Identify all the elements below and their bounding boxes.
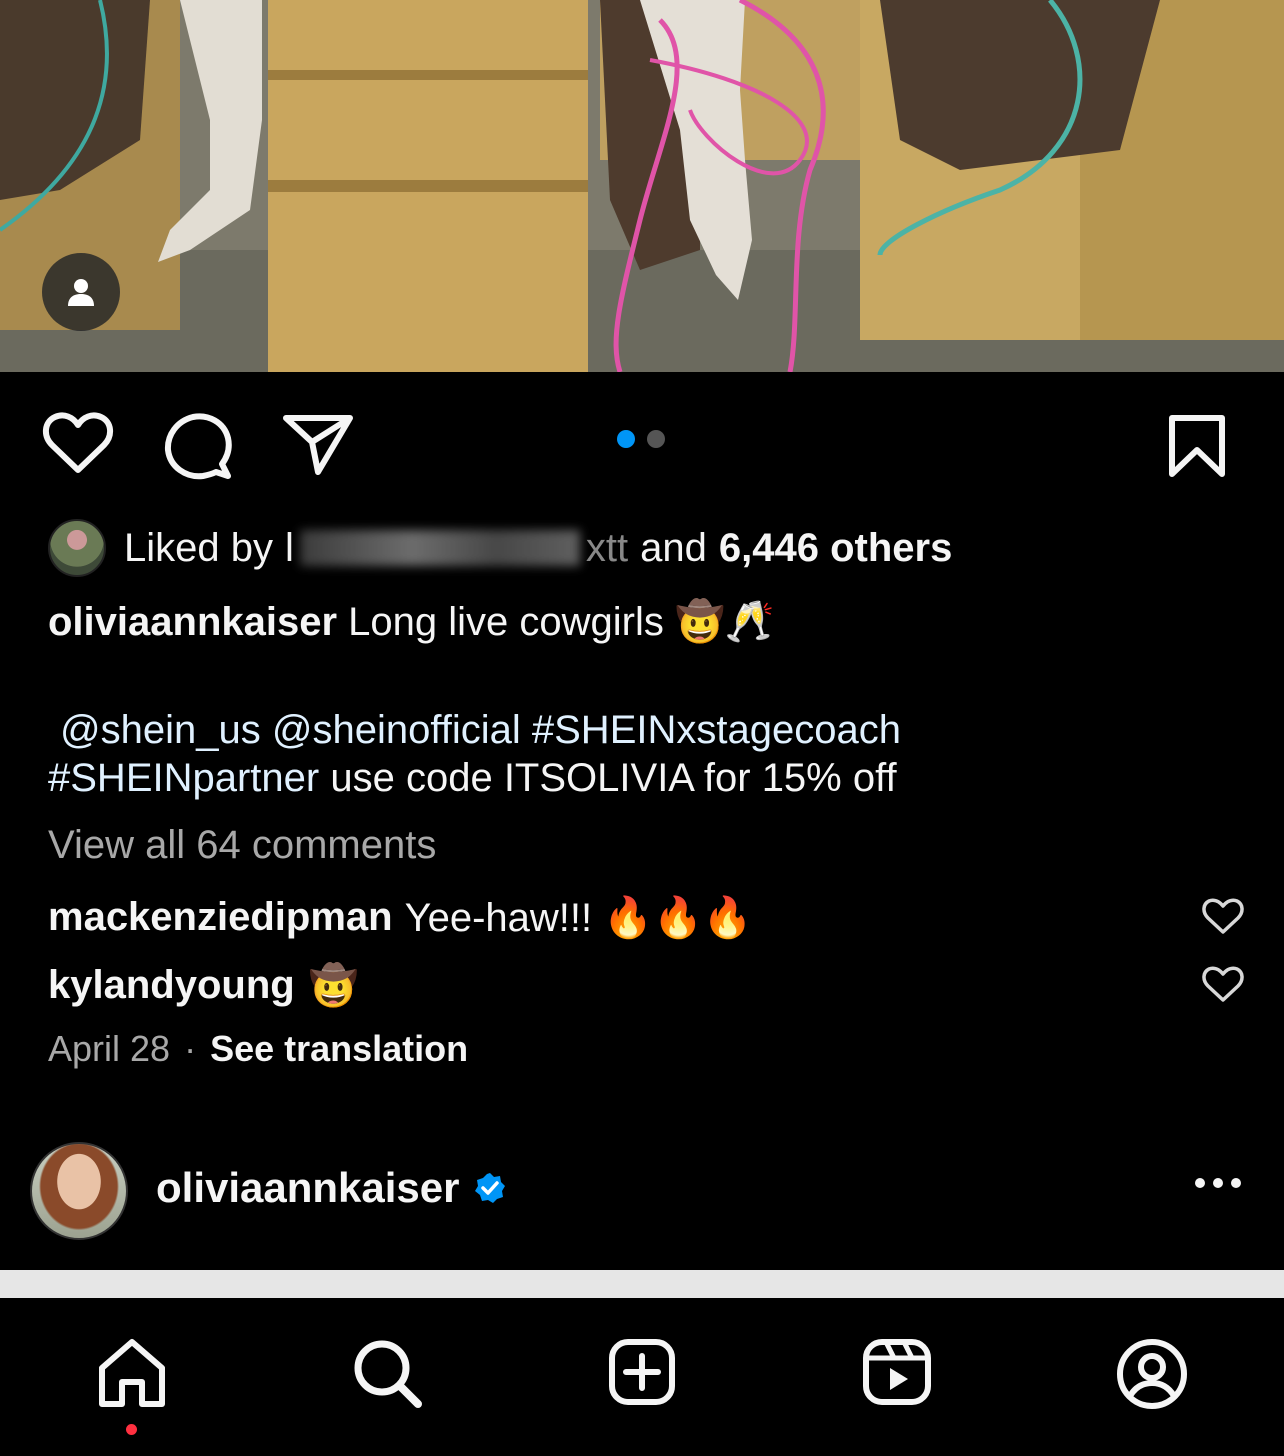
post-date: April 28	[48, 1028, 171, 1069]
add-square-icon[interactable]	[608, 1338, 676, 1406]
comment-like-heart-icon[interactable]	[1202, 898, 1244, 936]
reels-icon[interactable]	[862, 1338, 932, 1406]
paper-plane-icon[interactable]	[282, 412, 354, 476]
post-photo[interactable]	[0, 0, 1284, 372]
profile-icon[interactable]	[1116, 1338, 1188, 1410]
liked-by-and: and	[640, 525, 707, 570]
next-post-username[interactable]: oliviaannkaiser	[156, 1164, 460, 1212]
avatar[interactable]	[30, 1142, 128, 1240]
home-notification-dot	[126, 1424, 137, 1435]
person-tag-icon	[68, 279, 94, 306]
liked-by-row[interactable]: Liked by l xtt and 6,446 others	[48, 519, 952, 577]
caption-text: Long live cowgirls 🤠🥂	[348, 600, 775, 644]
mention-sheinofficial[interactable]: @sheinofficial	[272, 708, 521, 752]
comment-username[interactable]: kylandyoung	[48, 963, 295, 1008]
bottom-tab-bar	[0, 1298, 1284, 1456]
view-all-comments-link[interactable]: View all 64 comments	[48, 823, 436, 868]
comment-row: kylandyoung 🤠	[48, 960, 359, 1010]
comment-like-heart-icon[interactable]	[1202, 966, 1244, 1004]
next-post-user[interactable]: oliviaannkaiser	[156, 1164, 506, 1212]
verified-badge-icon	[474, 1173, 505, 1203]
comment-username[interactable]: mackenziedipman	[48, 895, 393, 940]
liker-avatar[interactable]	[48, 519, 106, 577]
redacted-username	[299, 530, 580, 566]
comment-row: mackenziedipman Yee-haw!!! 🔥🔥🔥	[48, 892, 753, 942]
next-post-photo[interactable]	[0, 1270, 1284, 1298]
comment-text: 🤠	[308, 963, 359, 1008]
liked-by-others[interactable]: 6,446 others	[719, 526, 952, 571]
liked-by-user-start[interactable]: l	[285, 526, 294, 571]
comment-text: Yee-haw!!! 🔥🔥🔥	[404, 895, 753, 940]
caption-username[interactable]: oliviaannkaiser	[48, 600, 337, 644]
more-horizontal-icon[interactable]	[1194, 1176, 1242, 1190]
post-meta: April 28 · See translation	[48, 1028, 468, 1070]
post-caption: oliviaannkaiser Long live cowgirls 🤠🥂 @s…	[48, 598, 1228, 802]
tag-people-button[interactable]	[42, 253, 120, 331]
bookmark-icon[interactable]	[1166, 414, 1228, 478]
see-translation-link[interactable]: See translation	[210, 1028, 468, 1070]
search-icon[interactable]	[352, 1338, 424, 1410]
hashtag-sheinpartner[interactable]: #SHEINpartner	[48, 756, 319, 800]
post-photo-illustration	[0, 0, 1284, 372]
liked-by-user-end[interactable]: xtt	[586, 526, 628, 571]
comment-bubble-icon[interactable]	[164, 412, 232, 480]
carousel-dot	[647, 430, 665, 448]
mention-shein-us[interactable]: @shein_us	[60, 708, 261, 752]
carousel-dot-active	[617, 430, 635, 448]
next-post-header: oliviaannkaiser	[0, 1140, 1284, 1240]
heart-icon[interactable]	[42, 412, 114, 476]
caption-tail: use code ITSOLIVIA for 15% off	[330, 756, 897, 800]
meta-separator: ·	[184, 1028, 197, 1069]
home-icon[interactable]	[96, 1338, 168, 1410]
carousel-indicator	[617, 430, 665, 448]
hashtag-sheinxstagecoach[interactable]: #SHEINxstagecoach	[532, 708, 901, 752]
liked-by-prefix: Liked by	[124, 525, 273, 570]
